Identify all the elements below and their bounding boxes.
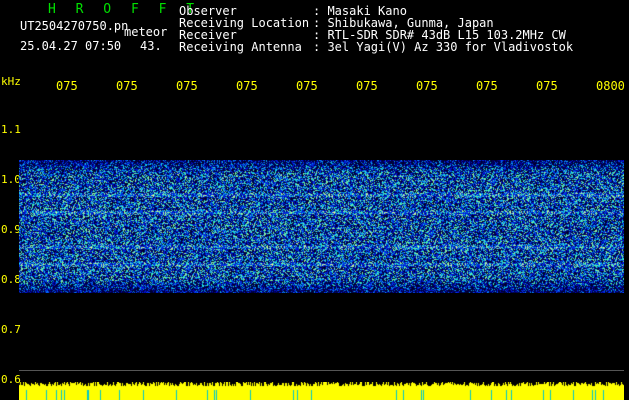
x-tick: 075 bbox=[116, 79, 138, 93]
app-title: H R O F F T bbox=[48, 2, 201, 17]
y-tick: 1.1 bbox=[1, 123, 21, 136]
x-tick: 075 bbox=[476, 79, 498, 93]
x-tick: 075 bbox=[176, 79, 198, 93]
y-tick: 0.7 bbox=[1, 323, 21, 336]
x-tick: 075 bbox=[236, 79, 258, 93]
x-tick: 0800 bbox=[596, 79, 625, 93]
spectrogram bbox=[19, 160, 624, 293]
info-label-antenna: Receiving Antenna bbox=[179, 40, 302, 54]
datetime-label: 25.04.27 07:50 bbox=[20, 39, 122, 53]
count-label: 43. bbox=[140, 39, 162, 53]
y-tick: 1.0 bbox=[1, 173, 21, 186]
x-tick: 075 bbox=[356, 79, 378, 93]
x-tick: 075 bbox=[56, 79, 78, 93]
x-tick: 075 bbox=[536, 79, 558, 93]
mode-label: meteor bbox=[124, 25, 168, 39]
y-tick: 0.9 bbox=[1, 223, 21, 236]
y-axis-unit: kHz bbox=[1, 75, 21, 88]
x-tick: 075 bbox=[296, 79, 318, 93]
signal-level-bar bbox=[19, 382, 624, 400]
reference-line bbox=[19, 370, 624, 371]
y-tick: 0.8 bbox=[1, 273, 21, 286]
info-value-antenna: : 3el Yagi(V) Az 330 for Vladivostok bbox=[313, 40, 574, 54]
x-tick: 075 bbox=[416, 79, 438, 93]
y-tick: 0.6 bbox=[1, 373, 21, 386]
filename-label: UT2504270750.pn bbox=[20, 19, 129, 33]
